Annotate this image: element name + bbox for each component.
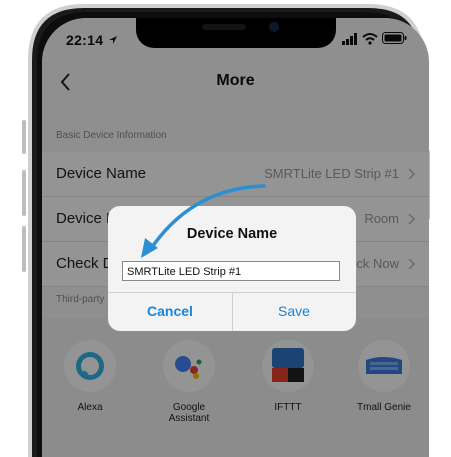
annotation-arrow-icon: [141, 184, 266, 258]
cancel-button[interactable]: Cancel: [108, 292, 232, 331]
save-button[interactable]: Save: [232, 292, 356, 331]
phone-screen: 22:14 More Basic Device Information Devi…: [42, 18, 429, 457]
